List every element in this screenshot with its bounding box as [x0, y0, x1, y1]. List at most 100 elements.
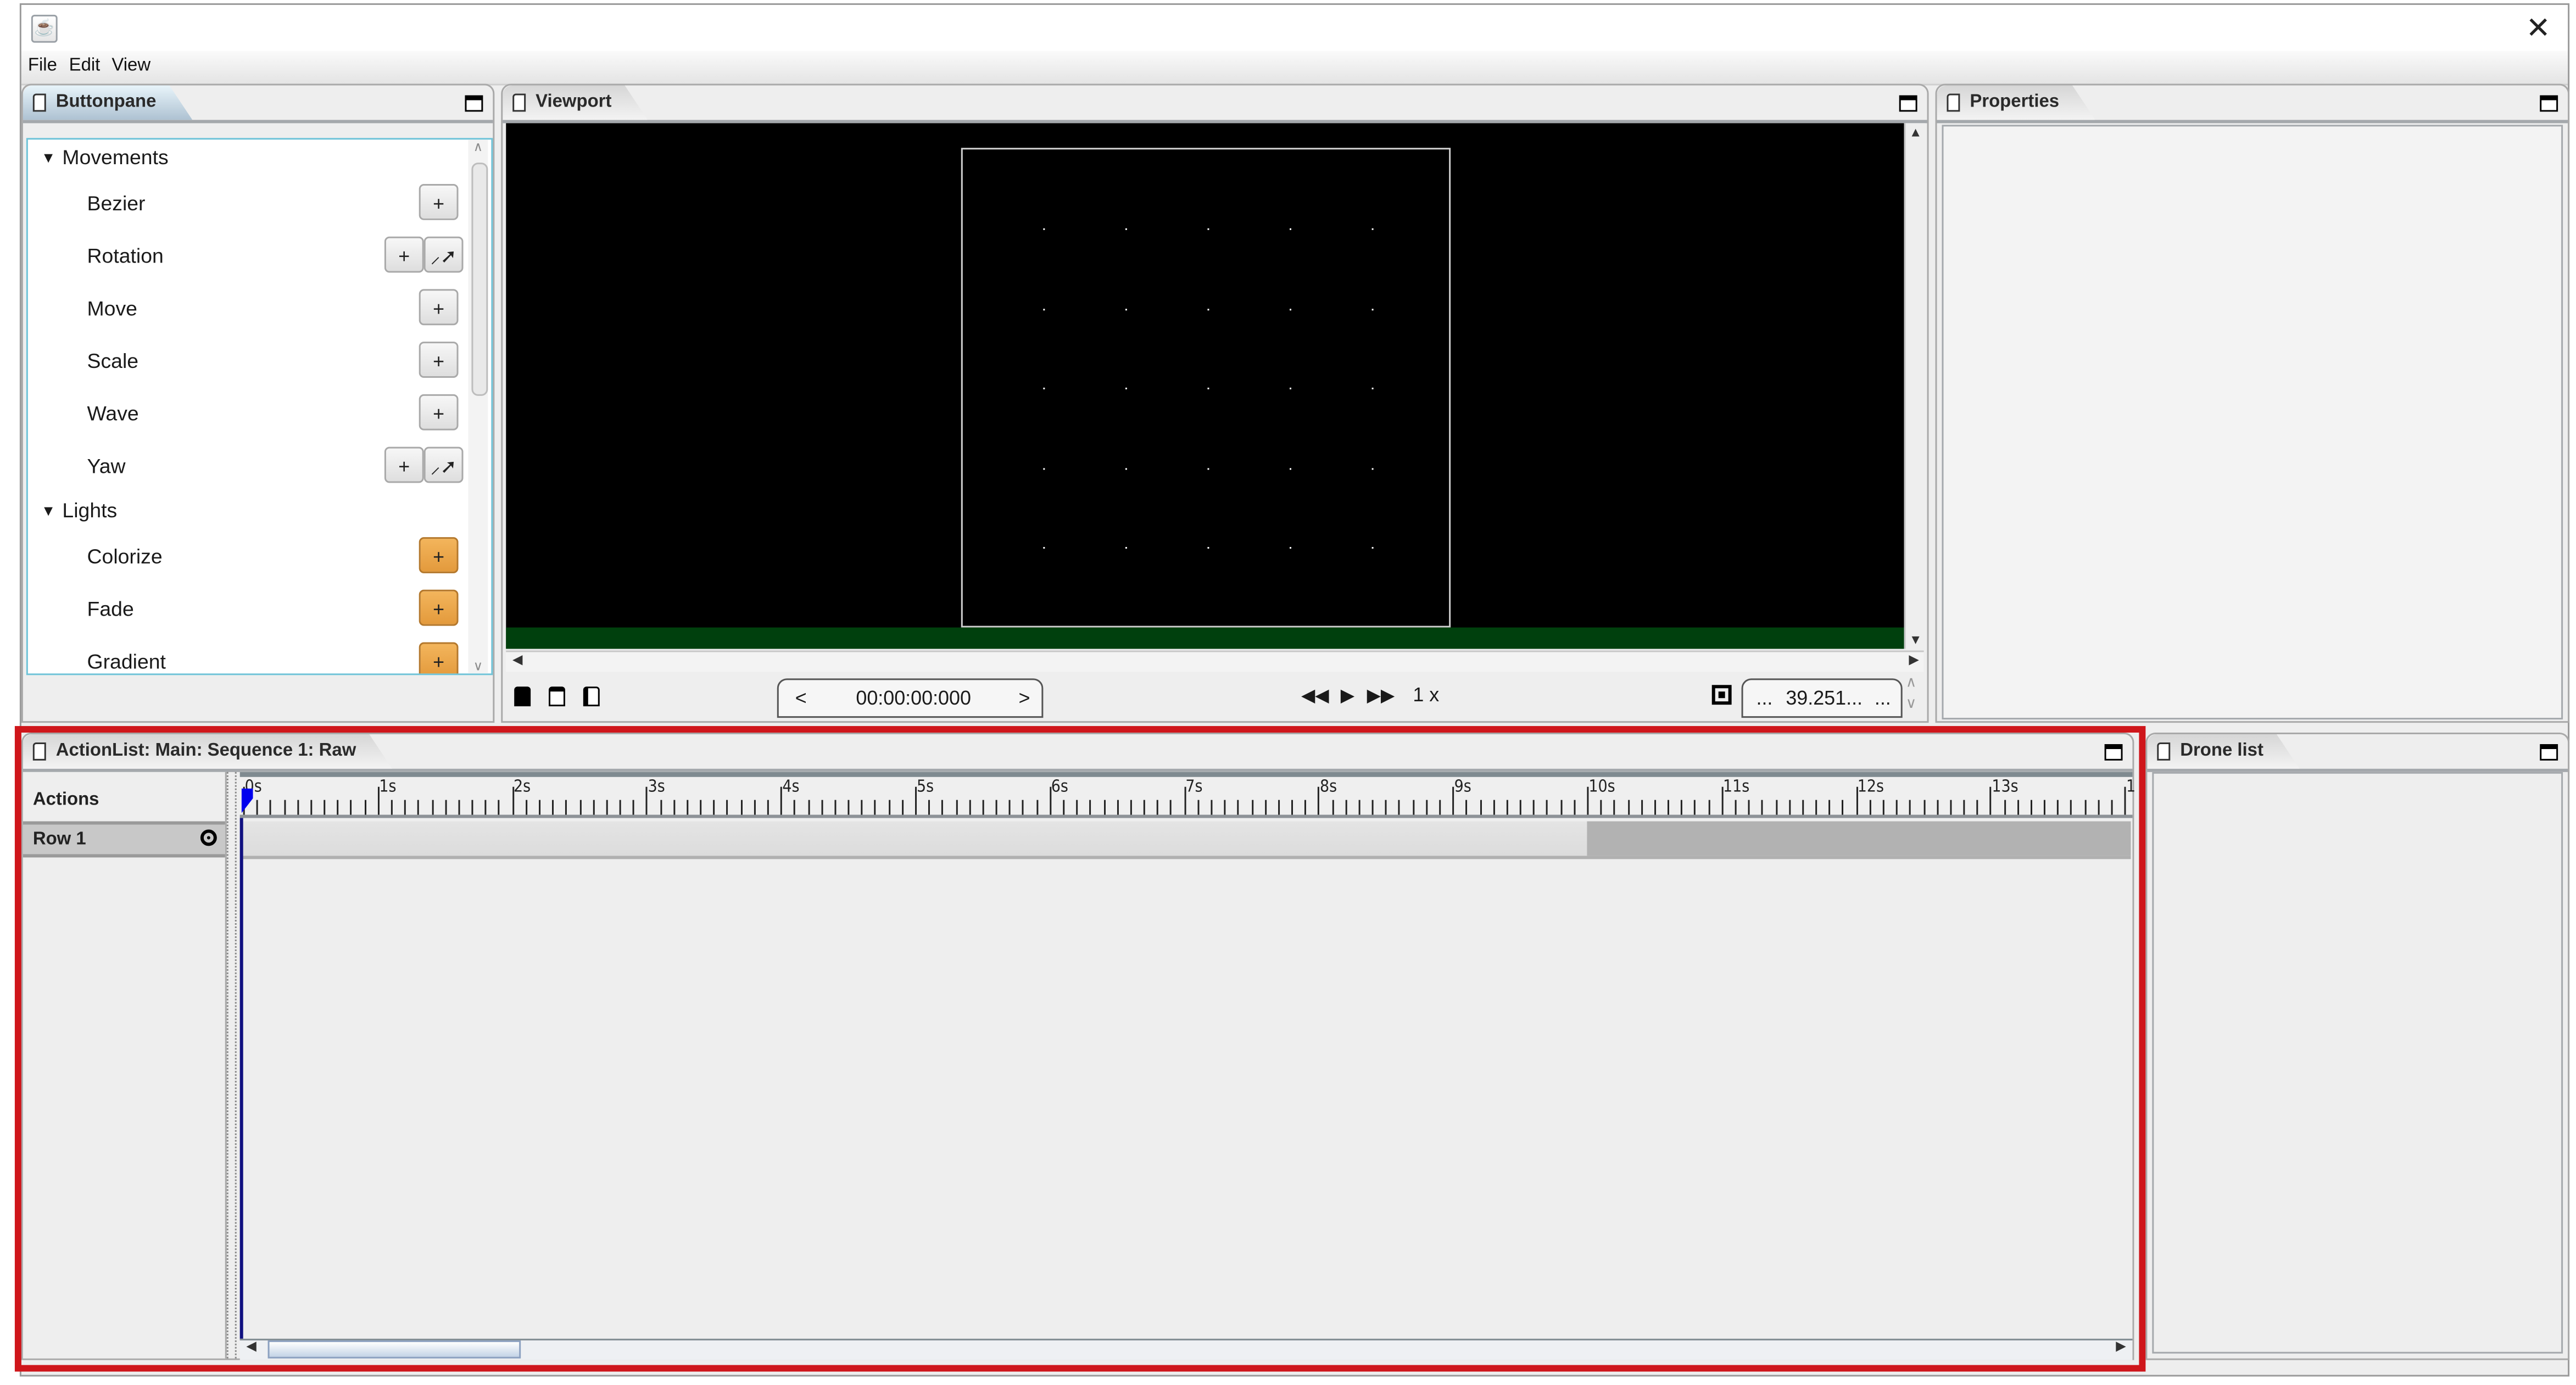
speed-label[interactable]: 1 x — [1413, 683, 1439, 706]
zoom-spinner[interactable]: ... 39.251... ... — [1741, 678, 1903, 718]
scroll-right-icon[interactable]: ▶ — [2111, 1339, 2131, 1354]
scroll-up-icon[interactable]: ∧ — [468, 139, 488, 154]
scroll-up-icon[interactable]: ▲ — [1906, 125, 1926, 139]
add-gradient-button[interactable]: + — [419, 642, 459, 674]
view-top-icon[interactable] — [583, 686, 600, 707]
tree-item-move: Move — [87, 297, 137, 321]
drone-marker[interactable] — [1207, 228, 1210, 231]
tab-properties[interactable]: Properties — [1937, 86, 2095, 120]
add-bezier-button[interactable]: + — [419, 184, 459, 220]
timeline[interactable]: 0s 1s 2s 3s 4s 5s 6s 7s 8s 9s 10s 11s 12s 13s 1 ◀ ▶ — [239, 772, 2135, 1360]
spinner-down-icon[interactable]: ∨ — [1906, 695, 1917, 713]
maximize-icon[interactable] — [2540, 95, 2558, 112]
drone-marker[interactable] — [1371, 547, 1374, 550]
tree-group-lights[interactable]: ▼ Lights — [41, 499, 117, 522]
drone-marker[interactable] — [1043, 308, 1046, 310]
add-wave-button[interactable]: + — [419, 394, 459, 431]
drone-marker[interactable] — [1125, 387, 1128, 390]
pick-yaw-button[interactable]: ⸝➚ — [423, 446, 464, 483]
drone-marker[interactable] — [1207, 387, 1210, 390]
drone-marker[interactable] — [1371, 387, 1374, 390]
fast-forward-button[interactable]: ▶▶ — [1367, 685, 1395, 706]
tab-actionlist[interactable]: ActionList: Main: Sequence 1: Raw — [23, 734, 392, 769]
buttonpane-scrollbar[interactable]: ∧ ∨ — [468, 139, 488, 674]
action-block[interactable] — [1587, 821, 2132, 856]
drone-marker[interactable] — [1043, 467, 1046, 470]
drone-marker[interactable] — [1207, 547, 1210, 550]
maximize-icon[interactable] — [2104, 744, 2123, 761]
menu-edit[interactable]: Edit — [69, 56, 101, 76]
menu-file[interactable]: File — [28, 56, 57, 76]
scroll-left-icon[interactable]: ◀ — [242, 1339, 261, 1354]
drone-marker[interactable] — [1371, 228, 1374, 231]
drone-marker[interactable] — [1371, 308, 1374, 310]
maximize-icon[interactable] — [1899, 95, 1917, 112]
tree-group-movements[interactable]: ▼ Movements — [41, 146, 169, 169]
zoom-value[interactable]: 39.251... — [1786, 686, 1863, 710]
drone-marker[interactable] — [1043, 228, 1046, 231]
maximize-icon[interactable] — [465, 95, 483, 112]
scrollbar-thumb[interactable] — [471, 163, 488, 396]
drone-marker[interactable] — [1207, 467, 1210, 470]
play-button[interactable]: ▶ — [1341, 685, 1354, 706]
scroll-down-icon[interactable]: ▼ — [1906, 633, 1926, 647]
add-rotation-button[interactable]: + — [384, 236, 424, 273]
time-ruler[interactable]: 0s 1s 2s 3s 4s 5s 6s 7s 8s 9s 10s 11s 12s 13s 1 — [239, 772, 2135, 818]
maximize-icon[interactable] — [2540, 744, 2558, 761]
add-fade-button[interactable]: + — [419, 589, 459, 626]
row-header[interactable]: Row 1 — [23, 821, 225, 858]
pick-rotation-button[interactable]: ⸝➚ — [423, 236, 464, 273]
drone-marker[interactable] — [1290, 387, 1292, 390]
drone-marker[interactable] — [1125, 228, 1128, 231]
time-prev-button[interactable]: < — [795, 686, 807, 710]
viewport-horizontal-scrollbar[interactable]: ◀ ▶ — [506, 650, 1924, 672]
minor-tick — [1533, 800, 1535, 815]
drone-marker[interactable] — [1043, 387, 1046, 390]
viewport-canvas[interactable] — [506, 123, 1904, 649]
tick-label: 13s — [1992, 778, 2019, 797]
minor-tick — [1385, 800, 1387, 815]
zoom-decrease[interactable]: ... — [1756, 686, 1772, 710]
viewport-vertical-scrollbar[interactable]: ▲ ▼ — [1904, 123, 1926, 649]
drone-marker[interactable] — [1125, 467, 1128, 470]
drone-marker[interactable] — [1290, 467, 1292, 470]
view-front-icon[interactable] — [514, 686, 531, 707]
time-spinner[interactable]: < 00:00:00:000 > — [777, 678, 1044, 718]
scrollbar-thumb[interactable] — [267, 1340, 521, 1359]
fit-view-icon[interactable] — [1711, 685, 1732, 705]
minor-tick — [619, 800, 621, 815]
view-side-icon[interactable] — [549, 686, 565, 707]
drone-marker[interactable] — [1371, 467, 1374, 470]
time-value[interactable]: 00:00:00:000 — [856, 686, 971, 710]
drone-marker[interactable] — [1290, 308, 1292, 310]
add-yaw-button[interactable]: + — [384, 446, 424, 483]
drone-marker[interactable] — [1290, 547, 1292, 550]
tick-label: 7s — [1185, 778, 1203, 797]
zoom-increase[interactable]: ... — [1875, 686, 1891, 710]
drone-marker[interactable] — [1207, 308, 1210, 310]
minor-tick — [270, 800, 271, 815]
spinner-up-icon[interactable]: ∧ — [1906, 673, 1917, 691]
splitter-handle[interactable] — [226, 772, 237, 1359]
action-tree: ▼ Movements Bezier + Rotation + ⸝➚ Move +… — [26, 138, 493, 675]
drone-marker[interactable] — [1043, 547, 1046, 550]
scroll-right-icon[interactable]: ▶ — [1904, 652, 1924, 667]
add-colorize-button[interactable]: + — [419, 537, 459, 573]
drone-marker[interactable] — [1125, 308, 1128, 310]
close-button[interactable]: ✕ — [2522, 12, 2555, 44]
tab-buttonpane[interactable]: Buttonpane — [23, 86, 192, 120]
track-row[interactable] — [241, 821, 2132, 859]
eye-icon[interactable] — [200, 829, 217, 846]
scroll-down-icon[interactable]: ∨ — [468, 658, 488, 673]
add-move-button[interactable]: + — [419, 289, 459, 326]
timeline-scrollbar[interactable]: ◀ ▶ — [239, 1338, 2133, 1360]
add-scale-button[interactable]: + — [419, 342, 459, 378]
drone-marker[interactable] — [1290, 228, 1292, 231]
tab-viewport[interactable]: Viewport — [503, 86, 648, 120]
time-next-button[interactable]: > — [1018, 686, 1030, 710]
drone-marker[interactable] — [1125, 547, 1128, 550]
menu-view[interactable]: View — [111, 56, 150, 76]
tab-dronelist[interactable]: Drone list — [2147, 734, 2299, 769]
scroll-left-icon[interactable]: ◀ — [508, 652, 527, 667]
rewind-button[interactable]: ◀◀ — [1301, 685, 1329, 706]
